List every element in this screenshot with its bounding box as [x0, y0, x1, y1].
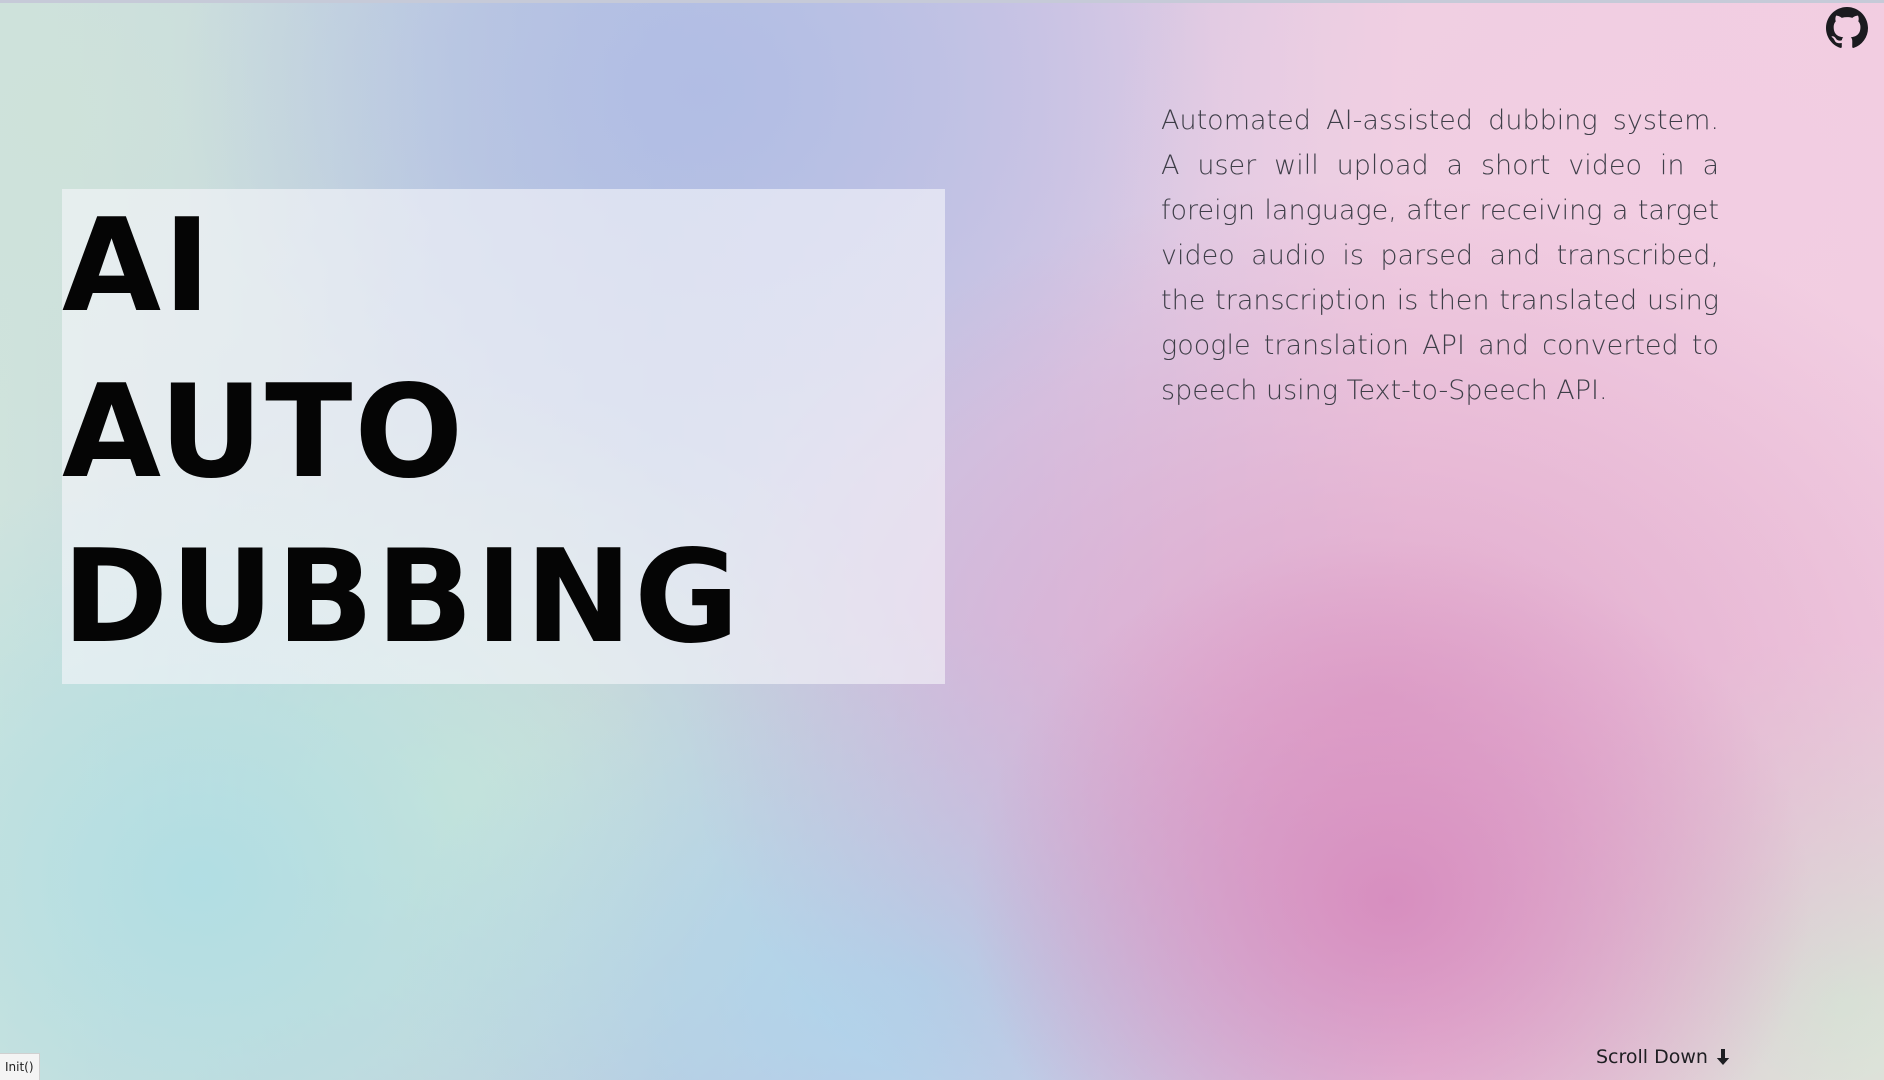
github-icon — [1826, 7, 1868, 48]
hero-title-line-2: AUTO — [62, 358, 466, 507]
github-link[interactable] — [1826, 7, 1868, 49]
project-description: Automated AI-assisted dubbing system. A … — [1161, 105, 1719, 406]
hero-title-line-1: AI — [62, 192, 213, 341]
scroll-down-label: Scroll Down — [1596, 1046, 1708, 1068]
scroll-down-link[interactable]: Scroll Down — [1596, 1046, 1732, 1068]
hero-title-panel: AI AUTO DUBBING — [62, 189, 945, 684]
status-bar: Init() — [0, 1053, 40, 1080]
arrow-down-icon — [1716, 1049, 1730, 1065]
hero-title-line-3: DUBBING — [62, 523, 742, 672]
